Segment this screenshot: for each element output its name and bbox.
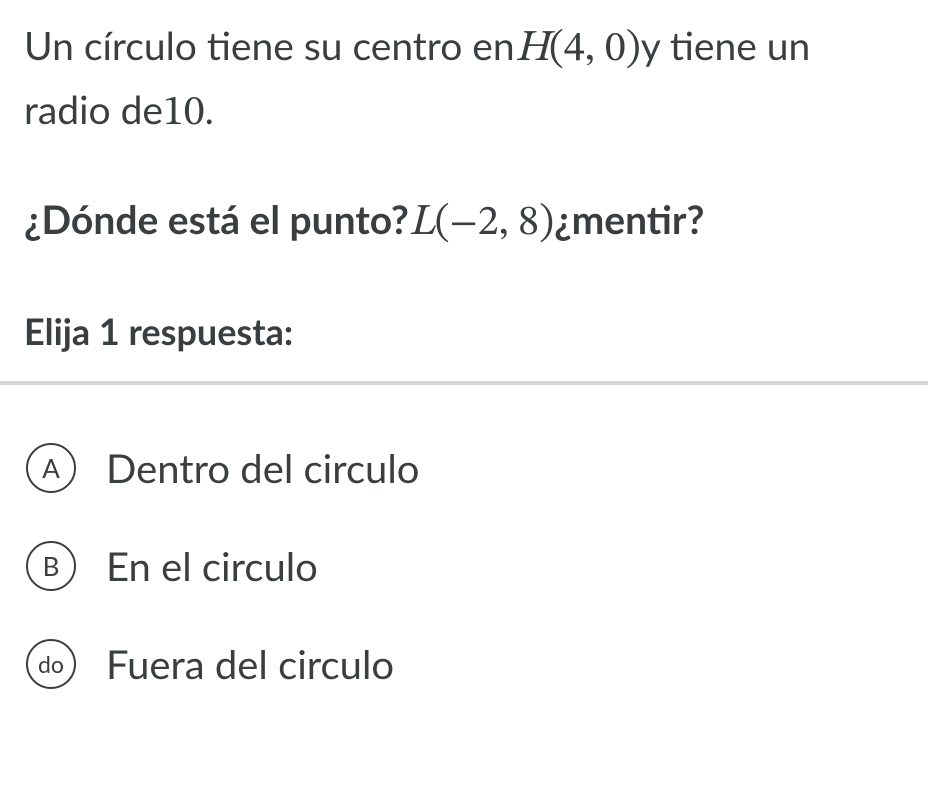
option-a-text: Dentro del circulo [106, 444, 419, 492]
text-segment: Un círculo tiene su centro en [24, 23, 515, 69]
text-period: . [205, 87, 214, 133]
math-lparen: ( [549, 28, 564, 70]
math-num-cx: 4 [564, 28, 585, 70]
option-c-letter: do [26, 639, 76, 689]
math-num-cy: 0 [605, 28, 626, 70]
option-c-text: Fuera del circulo [106, 640, 394, 688]
math-num-px: 2 [478, 202, 499, 244]
math-rparen: ) [626, 28, 641, 70]
text-segment: ¿Dónde está el punto? [24, 197, 409, 243]
math-lparen: ( [435, 202, 450, 244]
math-comma: , [499, 202, 509, 244]
math-var-L: L [409, 201, 435, 245]
math-rparen: ) [539, 202, 554, 244]
option-b-letter: B [26, 541, 76, 591]
math-minus: − [450, 205, 478, 244]
option-a-letter: A [26, 443, 76, 493]
option-b[interactable]: B En el circulo [24, 517, 904, 615]
instruction-label: Elija 1 respuesta: [24, 309, 904, 353]
math-num-radius: 10 [163, 92, 205, 134]
text-segment: ¿mentir? [554, 197, 704, 243]
math-var-H: H [515, 27, 549, 71]
option-c[interactable]: do Fuera del circulo [24, 615, 904, 713]
option-b-text: En el circulo [106, 542, 318, 590]
option-a[interactable]: A Dentro del circulo [24, 419, 904, 517]
question-line: ¿Dónde está el punto?L(−2, 8)¿mentir? [24, 192, 904, 256]
math-num-py: 8 [518, 202, 539, 244]
problem-statement: Un círculo tiene su centro enH(4, 0)y ti… [24, 18, 904, 144]
math-comma: , [585, 28, 595, 70]
answer-options: A Dentro del circulo B En el circulo do … [24, 385, 904, 713]
